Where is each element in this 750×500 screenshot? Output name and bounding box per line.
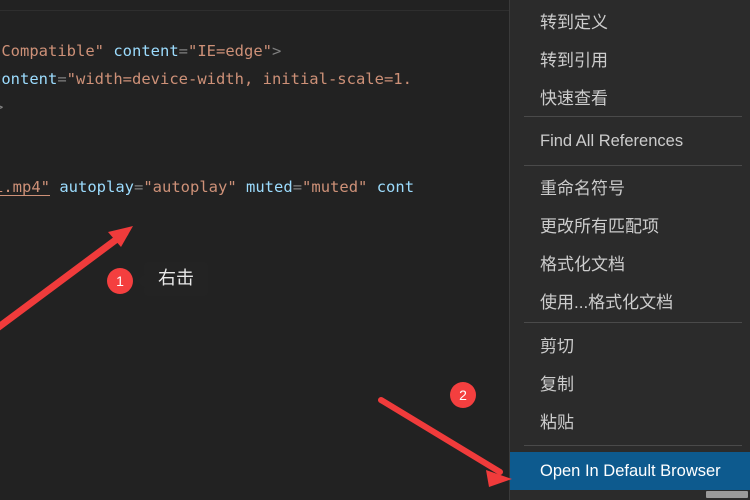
menu-separator-4 xyxy=(524,445,742,446)
line-meta-viewport[interactable]: content="width=device-width, initial-sca… xyxy=(0,70,412,88)
code-token-attribute: cont xyxy=(376,178,415,196)
code-token-attribute: content xyxy=(0,70,58,88)
menu-item-3[interactable]: 快速查看 xyxy=(510,80,750,118)
line-tag-close[interactable]: > xyxy=(0,98,3,116)
code-token-string: "IE=edge" xyxy=(188,42,272,60)
line-video-attrs[interactable]: i.mp4" autoplay="autoplay" muted="muted"… xyxy=(0,178,414,196)
menu-item-4[interactable]: Find All References xyxy=(510,122,750,160)
code-token-punct: > xyxy=(0,98,3,116)
context-menu[interactable]: 转到定义 转到引用 快速查看 Find All References 重命名符号 更改所有… xyxy=(509,0,750,500)
horizontal-scrollbar-thumb[interactable] xyxy=(706,491,748,498)
menu-item-8[interactable]: 使用...格式化文档 xyxy=(510,284,750,322)
code-editor-pane[interactable]: -Compatible" content="IE=edge">content="… xyxy=(0,0,509,500)
menu-item-5[interactable]: 重命名符号 xyxy=(510,170,750,208)
menu-item-1[interactable]: 转到定义 xyxy=(510,4,750,42)
menu-item-9[interactable]: 剪切 xyxy=(510,328,750,366)
editor-top-divider xyxy=(0,10,509,11)
code-token-punct: = xyxy=(134,178,144,196)
code-token-attribute: autoplay xyxy=(59,178,134,196)
line-meta-compatible[interactable]: -Compatible" content="IE=edge"> xyxy=(0,42,281,60)
menu-item-12[interactable]: Open In Default Browser xyxy=(510,452,750,490)
code-token-string: -Compatible" xyxy=(0,42,104,60)
code-token-string: "autoplay" xyxy=(143,178,237,196)
code-token-punct: = xyxy=(57,70,67,88)
step-callout-1: 右击 xyxy=(136,262,208,296)
code-token-attribute: muted xyxy=(246,178,293,196)
step-badge-1: 1 xyxy=(107,268,133,294)
step-badge-2: 2 xyxy=(450,382,476,408)
code-token-punct: = xyxy=(292,178,303,196)
code-token-attribute: content xyxy=(113,42,179,60)
screenshot-root: -Compatible" content="IE=edge">content="… xyxy=(0,0,750,500)
code-token-punct: > xyxy=(272,42,282,60)
menu-item-2[interactable]: 转到引用 xyxy=(510,42,750,80)
menu-item-6[interactable]: 更改所有匹配项 xyxy=(510,208,750,246)
code-token-punct: = xyxy=(178,42,188,60)
code-token-string: "width=device-width, initial-scale=1. xyxy=(66,70,412,88)
menu-separator-3 xyxy=(524,322,742,323)
code-token-string: "muted" xyxy=(302,178,368,196)
menu-item-11[interactable]: 粘贴 xyxy=(510,404,750,442)
code-token-link: i.mp4" xyxy=(0,178,50,196)
menu-separator-2 xyxy=(524,165,742,166)
menu-item-10[interactable]: 复制 xyxy=(510,366,750,404)
menu-item-7[interactable]: 格式化文档 xyxy=(510,246,750,284)
